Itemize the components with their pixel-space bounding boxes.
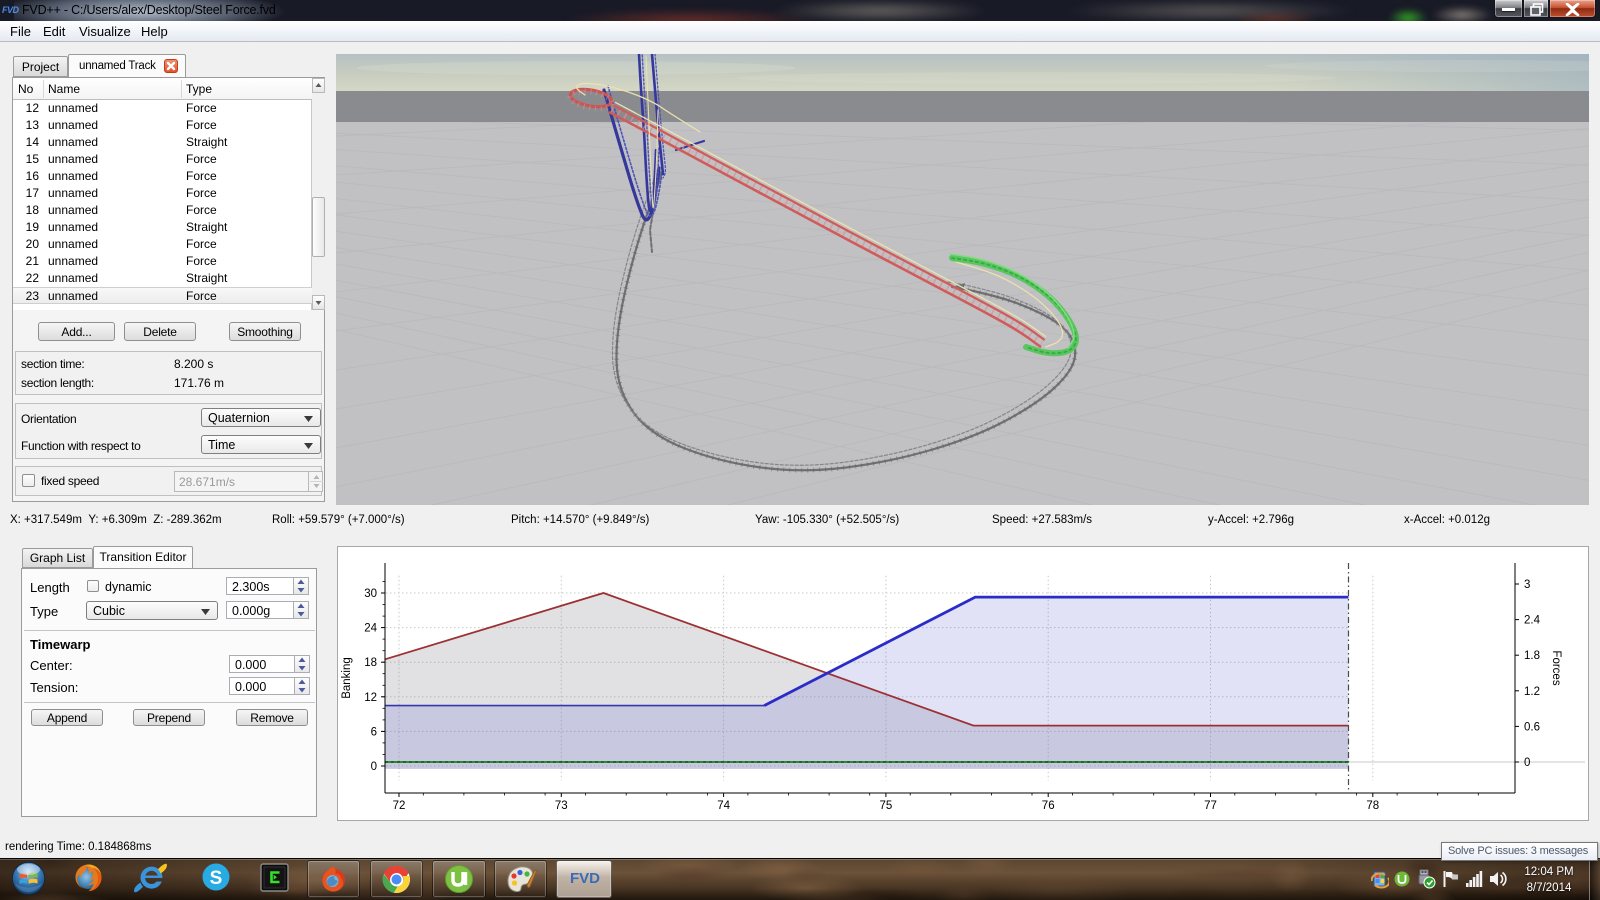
svg-text:6: 6 (371, 726, 377, 738)
svg-text:73: 73 (555, 800, 568, 812)
svg-text:Banking: Banking (341, 657, 353, 699)
svg-text:24: 24 (364, 623, 377, 635)
svg-text:Forces: Forces (1550, 650, 1562, 685)
svg-text:0: 0 (1524, 757, 1530, 769)
svg-text:75: 75 (880, 800, 893, 812)
svg-text:74: 74 (717, 800, 730, 812)
svg-text:1.2: 1.2 (1524, 686, 1540, 698)
svg-text:78: 78 (1366, 800, 1379, 812)
svg-text:18: 18 (364, 657, 377, 669)
svg-text:12: 12 (364, 692, 377, 704)
svg-text:76: 76 (1042, 800, 1055, 812)
svg-text:0: 0 (371, 761, 377, 773)
svg-text:3: 3 (1524, 579, 1530, 591)
svg-text:S: S (210, 868, 223, 889)
svg-text:72: 72 (393, 800, 406, 812)
svg-text:2.4: 2.4 (1524, 615, 1541, 627)
svg-text:77: 77 (1204, 800, 1217, 812)
svg-text:1.8: 1.8 (1524, 650, 1540, 662)
svg-text:0.6: 0.6 (1524, 721, 1540, 733)
svg-text:30: 30 (364, 588, 377, 600)
